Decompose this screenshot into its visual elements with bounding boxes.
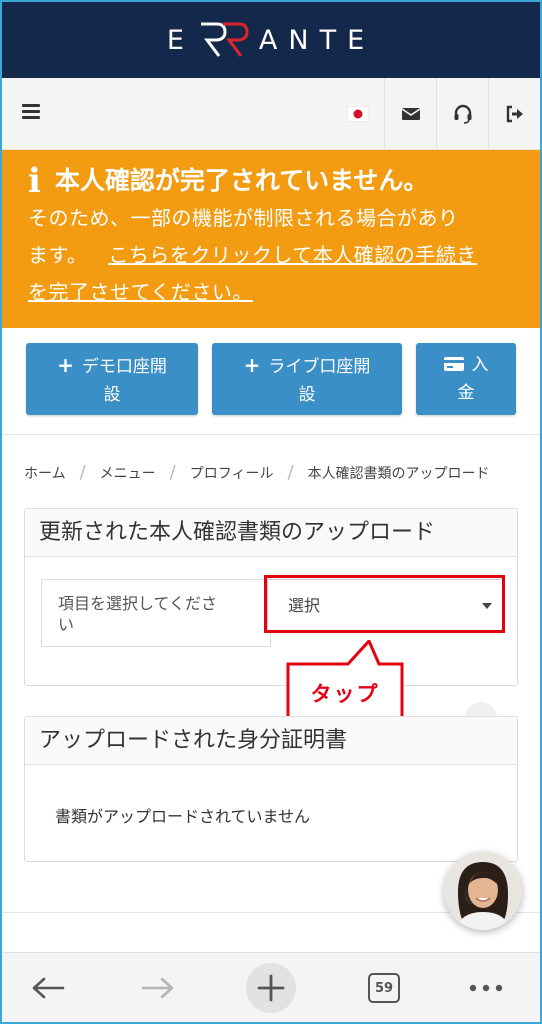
alert-body-line: そのため、一部の機能が制限される場合があり — [28, 206, 459, 230]
open-demo-account-button[interactable]: + デモ口座開 設 — [26, 343, 198, 415]
logout-button[interactable] — [488, 78, 540, 150]
errante-logo[interactable]: E ANTE — [167, 20, 375, 60]
divider — [2, 434, 540, 435]
logo-right: ANTE — [258, 24, 376, 56]
uploaded-panel-title: アップロードされた身分証明書 — [25, 717, 517, 765]
menu-icon[interactable] — [22, 104, 40, 120]
alert-title: i 本人確認が完了されていません。 — [28, 164, 518, 198]
japan-flag-icon — [347, 106, 369, 122]
logout-icon — [506, 105, 523, 123]
back-icon — [32, 977, 65, 999]
plus-icon: + — [57, 353, 74, 377]
more-icon — [469, 984, 503, 992]
breadcrumb: ホーム / メニュー / プロフィール / 本人確認書類のアップロード — [24, 462, 490, 483]
alert-body: そのため、一部の機能が制限される場合があり ます。 こちらをクリックして本人確認… — [28, 200, 518, 311]
empty-documents-message: 書類がアップロードされていません — [55, 807, 311, 826]
verification-link-continued[interactable]: を完了させてください。 — [28, 280, 253, 304]
language-button[interactable] — [332, 78, 384, 150]
breadcrumb-current: 本人確認書類のアップロード — [307, 465, 490, 482]
mail-icon — [401, 108, 420, 120]
support-button[interactable] — [436, 78, 488, 150]
forward-icon — [141, 977, 174, 999]
tabs-button[interactable]: 59 — [354, 953, 414, 1023]
tab-count: 59 — [374, 980, 394, 996]
tabs-icon: 59 — [368, 973, 400, 1003]
new-tab-icon — [246, 963, 296, 1013]
plus-icon: + — [243, 353, 261, 377]
deposit-button[interactable]: 入 金 — [416, 343, 516, 415]
breadcrumb-profile[interactable]: プロフィール — [190, 463, 274, 483]
alert-body-text: ます。 — [28, 243, 88, 267]
alert-title-text: 本人確認が完了されていません。 — [54, 166, 429, 195]
tap-highlight-box — [264, 575, 505, 633]
more-button[interactable] — [454, 953, 518, 1023]
upload-panel-title: 更新された本人確認書類のアップロード — [25, 509, 517, 557]
forward-button[interactable] — [126, 953, 190, 1023]
breadcrumb-home[interactable]: ホーム — [24, 463, 66, 483]
chat-support-avatar[interactable] — [444, 852, 522, 930]
mail-button[interactable] — [384, 78, 436, 150]
verification-link[interactable]: こちらをクリックして本人確認の手続き — [108, 243, 476, 267]
uploaded-documents-panel: アップロードされた身分証明書 書類がアップロードされていません — [24, 716, 518, 862]
tap-label: タップ — [310, 682, 380, 706]
document-type-label: 項目を選択してくださ い — [41, 579, 271, 647]
back-button[interactable] — [16, 953, 80, 1023]
breadcrumb-menu[interactable]: メニュー — [100, 463, 156, 483]
browser-toolbar: 59 — [2, 952, 540, 1022]
headset-icon — [454, 104, 471, 124]
info-icon: i — [28, 161, 41, 201]
tap-callout: タップ — [286, 640, 404, 724]
verification-alert: i 本人確認が完了されていません。 そのため、一部の機能が制限される場合があり … — [2, 150, 540, 328]
logo-rr-mark — [197, 20, 253, 60]
brand-header: E ANTE — [2, 2, 540, 78]
credit-card-icon — [443, 357, 464, 371]
open-live-account-button[interactable]: + ライブ口座開 設 — [212, 343, 402, 415]
logo-left: E — [166, 24, 195, 56]
new-tab-button[interactable] — [242, 953, 300, 1023]
app-toolbar — [2, 78, 540, 150]
action-buttons: + デモ口座開 設 + ライブ口座開 設 入 金 — [0, 343, 542, 415]
